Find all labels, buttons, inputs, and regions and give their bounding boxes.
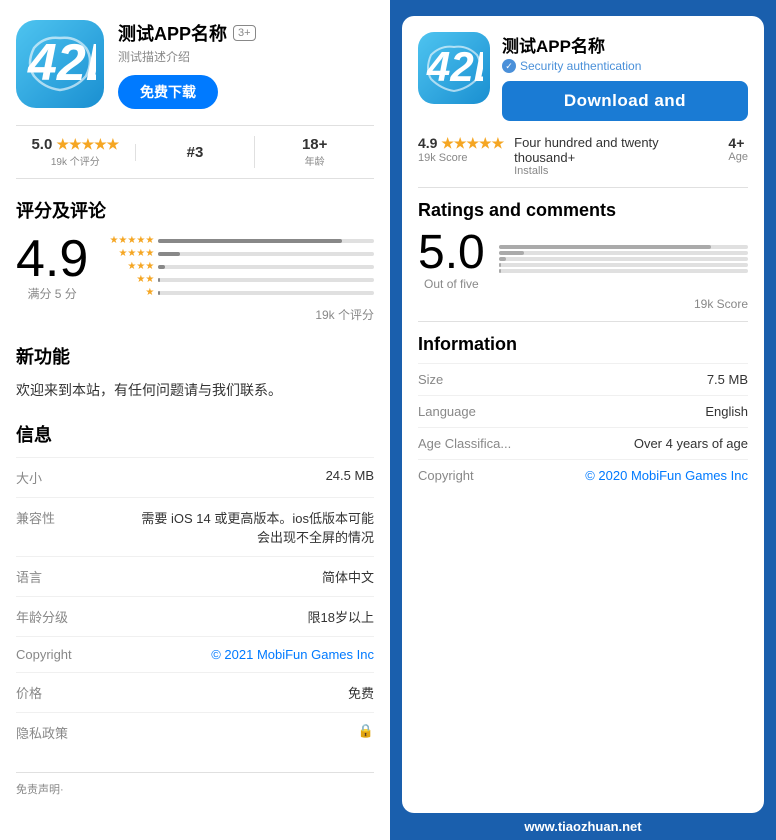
rating-block-right: 5.0 Out of five — [418, 229, 748, 291]
new-features-section: 新功能 欢迎来到本站，有任何问题请与我们联系。 — [16, 343, 374, 401]
info-title-right: Information — [418, 334, 748, 355]
right-installs-value: Four hundred and twenty thousand+ — [514, 135, 718, 165]
right-age-value: 4+ — [728, 135, 748, 151]
info-row-copyright: Copyright © 2021 MobiFun Games Inc — [16, 636, 374, 672]
shield-icon: ✓ — [502, 59, 516, 73]
bar-row-4: ★★★★ — [104, 248, 374, 259]
app-meta-left: 测试APP名称 3+ 测试描述介绍 免费下载 — [118, 20, 374, 109]
right-info-row-age: Age Classifica... Over 4 years of age — [418, 427, 748, 459]
bar-row-5: ★★★★★ — [104, 235, 374, 246]
star-bars-left: ★★★★★ ★★★★ ★★★ ★★ ★ — [104, 235, 374, 300]
security-text: Security authentication — [520, 59, 641, 73]
ratings-title-left: 评分及评论 — [16, 197, 374, 223]
app-header-right: 42B 测试APP名称 ✓ Security authentication Do… — [418, 32, 748, 121]
app-name-row: 测试APP名称 3+ — [118, 20, 374, 46]
right-rating-count: 19k Score — [418, 297, 748, 311]
stat-age: 18+ 年龄 — [254, 136, 374, 168]
stat-installs-right: Four hundred and twenty thousand+ Instal… — [514, 135, 718, 177]
rating-block-left: 4.9 满分 5 分 ★★★★★ ★★★★ ★★★ ★★ — [16, 233, 374, 302]
app-subtitle-left: 测试描述介绍 — [118, 48, 374, 65]
rating-count-left: 19k 个评分 — [16, 306, 374, 323]
review-count: 19k 个评分 — [16, 153, 135, 168]
right-score-label-text: Out of five — [418, 277, 485, 291]
stats-row-left: 5.0 ★★★★★ 19k 个评分 #3 18+ 年龄 — [16, 125, 374, 179]
stat-rating: 5.0 ★★★★★ 19k 个评分 — [16, 136, 135, 168]
right-score-label: 19k Score — [418, 152, 504, 164]
right-info-row-size: Size 7.5 MB — [418, 363, 748, 395]
info-row-size: 大小 24.5 MB — [16, 457, 374, 497]
download-button-right[interactable]: Download and — [502, 81, 748, 121]
rating-stars: ★★★★★ — [56, 136, 119, 152]
bar-row-3: ★★★ — [104, 261, 374, 272]
info-row-price: 价格 免费 — [16, 672, 374, 712]
info-row-compat: 兼容性 需要 iOS 14 或更高版本。ios低版本可能会出现不全屏的情况 — [16, 497, 374, 556]
info-row-privacy: 隐私政策 🔒 — [16, 712, 374, 752]
right-rating-value: 4.9 — [418, 135, 437, 151]
app-name-left: 测试APP名称 — [118, 20, 227, 46]
info-section-left: 信息 大小 24.5 MB 兼容性 需要 iOS 14 或更高版本。ios低版本… — [16, 421, 374, 752]
app-meta-right: 测试APP名称 ✓ Security authentication Downlo… — [502, 32, 748, 121]
stat-rank: #3 — [135, 144, 255, 161]
stat-rating-right: 4.9 ★★★★★ 19k Score — [418, 135, 504, 164]
info-row-age: 年龄分级 限18岁以上 — [16, 596, 374, 636]
app-icon-left: 42B — [16, 20, 104, 108]
download-button-left[interactable]: 免费下载 — [118, 75, 218, 109]
age-badge-left: 3+ — [233, 25, 256, 41]
new-features-title: 新功能 — [16, 343, 374, 369]
ratings-title-right: Ratings and comments — [418, 200, 748, 221]
info-row-lang: 语言 简体中文 — [16, 556, 374, 596]
app-icon-right: 42B — [418, 32, 490, 104]
age-label: 年龄 — [255, 153, 374, 168]
watermark: www.tiaozhuan.net — [390, 813, 776, 840]
stats-row-right: 4.9 ★★★★★ 19k Score Four hundred and twe… — [418, 135, 748, 177]
right-rating-stars: ★★★★★ — [441, 135, 504, 151]
svg-text:42B: 42B — [27, 34, 96, 92]
rating-value: 5.0 — [31, 136, 52, 153]
right-installs-sub: Installs — [514, 165, 718, 177]
app-header-left: 42B 测试APP名称 3+ 测试描述介绍 免费下载 — [16, 20, 374, 109]
ratings-section-left: 评分及评论 4.9 满分 5 分 ★★★★★ ★★★★ ★★★ — [16, 197, 374, 323]
big-score-left: 4.9 — [16, 233, 88, 285]
age-value: 18+ — [255, 136, 374, 153]
right-panel: 42B 测试APP名称 ✓ Security authentication Do… — [390, 0, 776, 840]
new-features-text: 欢迎来到本站，有任何问题请与我们联系。 — [16, 379, 374, 401]
left-panel: 42B 测试APP名称 3+ 测试描述介绍 免费下载 5.0 ★★★★★ 19k… — [0, 0, 390, 840]
app-name-right: 测试APP名称 — [502, 32, 748, 57]
divider-right — [418, 187, 748, 188]
footer-note: 免责声明· — [16, 772, 374, 797]
right-info-row-lang: Language English — [418, 395, 748, 427]
divider-right-2 — [418, 321, 748, 322]
rank-value: #3 — [136, 144, 255, 161]
right-big-score: 5.0 — [418, 229, 485, 277]
info-title-left: 信息 — [16, 421, 374, 447]
stat-age-right: 4+ Age — [728, 135, 748, 163]
right-star-bars — [499, 245, 748, 275]
right-info-row-copyright: Copyright © 2020 MobiFun Games Inc — [418, 459, 748, 491]
right-card: 42B 测试APP名称 ✓ Security authentication Do… — [402, 16, 764, 813]
security-badge: ✓ Security authentication — [502, 59, 748, 73]
bar-row-1: ★ — [104, 287, 374, 298]
right-age-label: Age — [728, 151, 748, 163]
bar-row-2: ★★ — [104, 274, 374, 285]
